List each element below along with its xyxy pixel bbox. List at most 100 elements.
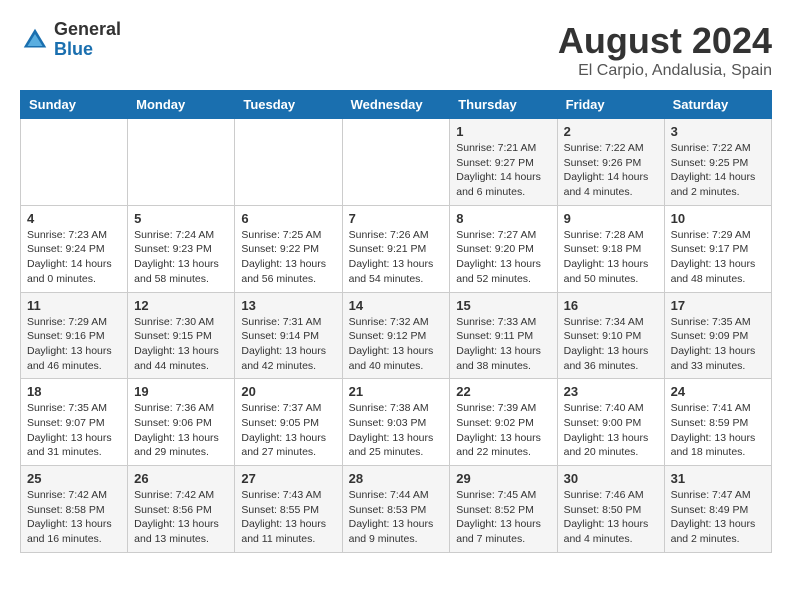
calendar-table: SundayMondayTuesdayWednesdayThursdayFrid…: [20, 90, 772, 553]
day-number: 9: [564, 211, 658, 226]
day-number: 15: [456, 298, 550, 313]
day-cell: 2 Sunrise: 7:22 AM Sunset: 9:26 PM Daylig…: [557, 119, 664, 206]
day-number: 21: [349, 384, 444, 399]
day-cell: 5Sunrise: 7:24 AM Sunset: 9:23 PM Daylig…: [128, 205, 235, 292]
day-info: Sunrise: 7:22 AM Sunset: 9:26 PM Dayligh…: [564, 141, 658, 200]
day-cell: 7 Sunrise: 7:26 AM Sunset: 9:21 PM Daylig…: [342, 205, 450, 292]
day-info: Sunrise: 7:27 AM Sunset: 9:20 PM Dayligh…: [456, 228, 550, 287]
day-info: Sunrise: 7:33 AM Sunset: 9:11 PM Dayligh…: [456, 315, 550, 374]
day-cell: 3 Sunrise: 7:22 AM Sunset: 9:25 PM Daylig…: [664, 119, 771, 206]
day-info: Sunrise: 7:47 AM Sunset: 8:49 PM Dayligh…: [671, 488, 765, 547]
weekday-row: SundayMondayTuesdayWednesdayThursdayFrid…: [21, 91, 772, 119]
day-info: Sunrise: 7:21 AM Sunset: 9:27 PM Dayligh…: [456, 141, 550, 200]
day-info: Sunrise: 7:32 AM Sunset: 9:12 PM Dayligh…: [349, 315, 444, 374]
day-number: 31: [671, 471, 765, 486]
day-info: Sunrise: 7:43 AM Sunset: 8:55 PM Dayligh…: [241, 488, 335, 547]
day-cell: 24Sunrise: 7:41 AM Sunset: 8:59 PM Dayli…: [664, 379, 771, 466]
logo-blue: Blue: [54, 39, 93, 59]
day-info: Sunrise: 7:36 AM Sunset: 9:06 PM Dayligh…: [134, 401, 228, 460]
day-cell: [21, 119, 128, 206]
day-cell: 12Sunrise: 7:30 AM Sunset: 9:15 PM Dayli…: [128, 292, 235, 379]
day-number: 14: [349, 298, 444, 313]
day-info: Sunrise: 7:46 AM Sunset: 8:50 PM Dayligh…: [564, 488, 658, 547]
month-title: August 2024: [558, 20, 772, 62]
header: General Blue August 2024 El Carpio, Anda…: [20, 20, 772, 80]
day-cell: 21 Sunrise: 7:38 AM Sunset: 9:03 PM Dayli…: [342, 379, 450, 466]
day-number: 7: [349, 211, 444, 226]
day-cell: [342, 119, 450, 206]
day-info: Sunrise: 7:44 AM Sunset: 8:53 PM Dayligh…: [349, 488, 444, 547]
day-cell: 15 Sunrise: 7:33 AM Sunset: 9:11 PM Dayli…: [450, 292, 557, 379]
week-row-4: 18Sunrise: 7:35 AM Sunset: 9:07 PM Dayli…: [21, 379, 772, 466]
day-number: 10: [671, 211, 765, 226]
weekday-header-friday: Friday: [557, 91, 664, 119]
location: El Carpio, Andalusia, Spain: [558, 62, 772, 80]
day-number: 13: [241, 298, 335, 313]
day-info: Sunrise: 7:42 AM Sunset: 8:58 PM Dayligh…: [27, 488, 121, 547]
weekday-header-tuesday: Tuesday: [235, 91, 342, 119]
title-area: August 2024 El Carpio, Andalusia, Spain: [558, 20, 772, 80]
day-cell: 10 Sunrise: 7:29 AM Sunset: 9:17 PM Dayli…: [664, 205, 771, 292]
day-cell: 1Sunrise: 7:21 AM Sunset: 9:27 PM Daylig…: [450, 119, 557, 206]
day-number: 8: [456, 211, 550, 226]
day-info: Sunrise: 7:41 AM Sunset: 8:59 PM Dayligh…: [671, 401, 765, 460]
day-cell: 6 Sunrise: 7:25 AM Sunset: 9:22 PM Daylig…: [235, 205, 342, 292]
day-cell: 13 Sunrise: 7:31 AM Sunset: 9:14 PM Dayli…: [235, 292, 342, 379]
day-cell: [235, 119, 342, 206]
day-cell: 23 Sunrise: 7:40 AM Sunset: 9:00 PM Dayli…: [557, 379, 664, 466]
day-info: Sunrise: 7:28 AM Sunset: 9:18 PM Dayligh…: [564, 228, 658, 287]
weekday-header-monday: Monday: [128, 91, 235, 119]
day-number: 26: [134, 471, 228, 486]
day-number: 29: [456, 471, 550, 486]
day-cell: 16Sunrise: 7:34 AM Sunset: 9:10 PM Dayli…: [557, 292, 664, 379]
day-number: 25: [27, 471, 121, 486]
logo-icon: [20, 25, 50, 55]
day-cell: 31 Sunrise: 7:47 AM Sunset: 8:49 PM Dayli…: [664, 466, 771, 553]
day-info: Sunrise: 7:22 AM Sunset: 9:25 PM Dayligh…: [671, 141, 765, 200]
day-info: Sunrise: 7:29 AM Sunset: 9:17 PM Dayligh…: [671, 228, 765, 287]
weekday-header-sunday: Sunday: [21, 91, 128, 119]
day-cell: 29 Sunrise: 7:45 AM Sunset: 8:52 PM Dayli…: [450, 466, 557, 553]
day-info: Sunrise: 7:35 AM Sunset: 9:09 PM Dayligh…: [671, 315, 765, 374]
day-number: 3: [671, 124, 765, 139]
day-cell: 20Sunrise: 7:37 AM Sunset: 9:05 PM Dayli…: [235, 379, 342, 466]
calendar-header: SundayMondayTuesdayWednesdayThursdayFrid…: [21, 91, 772, 119]
week-row-2: 4 Sunrise: 7:23 AM Sunset: 9:24 PM Daylig…: [21, 205, 772, 292]
day-number: 28: [349, 471, 444, 486]
day-number: 2: [564, 124, 658, 139]
day-number: 17: [671, 298, 765, 313]
day-number: 19: [134, 384, 228, 399]
day-info: Sunrise: 7:40 AM Sunset: 9:00 PM Dayligh…: [564, 401, 658, 460]
week-row-1: 1Sunrise: 7:21 AM Sunset: 9:27 PM Daylig…: [21, 119, 772, 206]
day-cell: 4 Sunrise: 7:23 AM Sunset: 9:24 PM Daylig…: [21, 205, 128, 292]
day-info: Sunrise: 7:42 AM Sunset: 8:56 PM Dayligh…: [134, 488, 228, 547]
day-number: 23: [564, 384, 658, 399]
day-number: 4: [27, 211, 121, 226]
day-cell: 9 Sunrise: 7:28 AM Sunset: 9:18 PM Daylig…: [557, 205, 664, 292]
week-row-3: 11Sunrise: 7:29 AM Sunset: 9:16 PM Dayli…: [21, 292, 772, 379]
day-info: Sunrise: 7:38 AM Sunset: 9:03 PM Dayligh…: [349, 401, 444, 460]
day-cell: 26 Sunrise: 7:42 AM Sunset: 8:56 PM Dayli…: [128, 466, 235, 553]
day-cell: 11Sunrise: 7:29 AM Sunset: 9:16 PM Dayli…: [21, 292, 128, 379]
logo-text: General Blue: [54, 20, 121, 60]
day-info: Sunrise: 7:26 AM Sunset: 9:21 PM Dayligh…: [349, 228, 444, 287]
day-number: 22: [456, 384, 550, 399]
day-info: Sunrise: 7:39 AM Sunset: 9:02 PM Dayligh…: [456, 401, 550, 460]
logo-general: General: [54, 19, 121, 39]
day-info: Sunrise: 7:23 AM Sunset: 9:24 PM Dayligh…: [27, 228, 121, 287]
day-number: 20: [241, 384, 335, 399]
day-info: Sunrise: 7:31 AM Sunset: 9:14 PM Dayligh…: [241, 315, 335, 374]
day-number: 6: [241, 211, 335, 226]
calendar-body: 1Sunrise: 7:21 AM Sunset: 9:27 PM Daylig…: [21, 119, 772, 553]
day-info: Sunrise: 7:45 AM Sunset: 8:52 PM Dayligh…: [456, 488, 550, 547]
day-number: 16: [564, 298, 658, 313]
day-info: Sunrise: 7:25 AM Sunset: 9:22 PM Dayligh…: [241, 228, 335, 287]
day-cell: 19 Sunrise: 7:36 AM Sunset: 9:06 PM Dayli…: [128, 379, 235, 466]
day-number: 11: [27, 298, 121, 313]
weekday-header-saturday: Saturday: [664, 91, 771, 119]
day-cell: 17 Sunrise: 7:35 AM Sunset: 9:09 PM Dayli…: [664, 292, 771, 379]
day-info: Sunrise: 7:35 AM Sunset: 9:07 PM Dayligh…: [27, 401, 121, 460]
day-cell: [128, 119, 235, 206]
week-row-5: 25 Sunrise: 7:42 AM Sunset: 8:58 PM Dayli…: [21, 466, 772, 553]
day-cell: 8 Sunrise: 7:27 AM Sunset: 9:20 PM Daylig…: [450, 205, 557, 292]
